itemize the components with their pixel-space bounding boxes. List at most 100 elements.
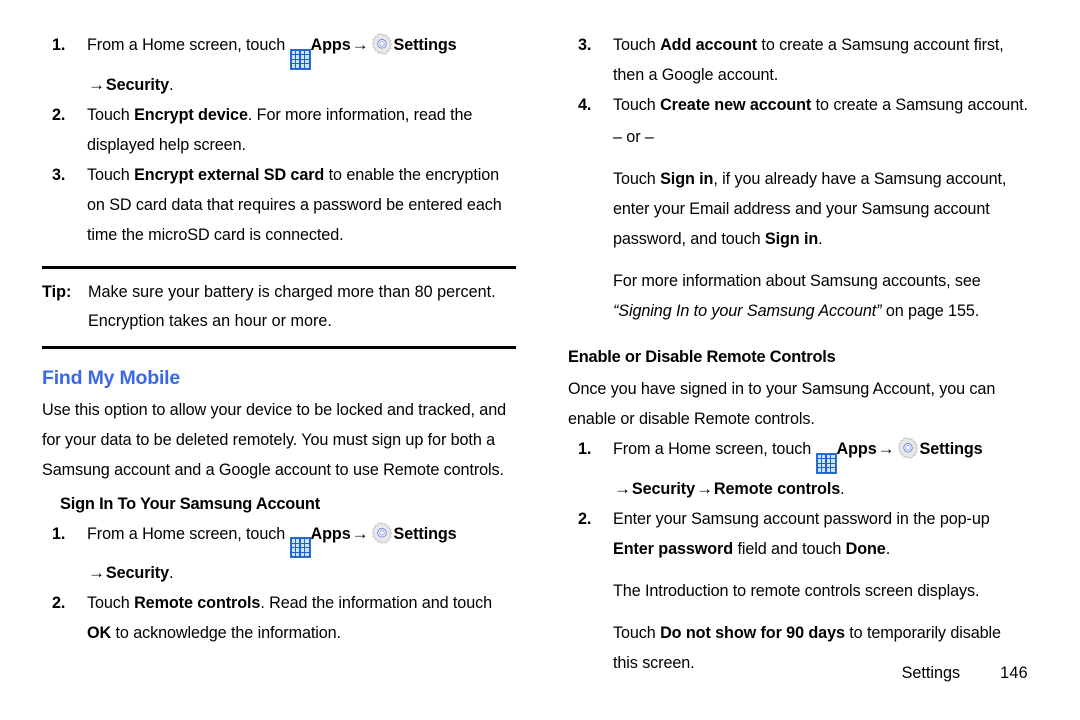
right-column: 3. Touch Add account to create a Samsung…: [540, 0, 1080, 720]
step-text-lead: From a Home screen, touch: [87, 524, 290, 543]
step-bold-term: Encrypt external SD card: [134, 165, 325, 184]
step-text-lead: Touch: [87, 105, 135, 124]
list-item: 2. Touch Remote controls. Read the infor…: [42, 588, 516, 648]
apps-label: Apps: [310, 36, 351, 54]
apps-grid-icon: [289, 48, 311, 70]
para-tail: .: [818, 230, 823, 248]
arrow-icon: →: [877, 439, 895, 458]
gear-icon: [897, 437, 918, 459]
para-lead: Touch: [613, 623, 661, 642]
gear-icon: [371, 33, 392, 55]
step-bold-term: Create new account: [660, 96, 812, 114]
step-number: 2.: [578, 509, 592, 528]
crossref-paragraph: For more information about Samsung accou…: [613, 266, 1028, 326]
apps-label: Apps: [310, 524, 351, 543]
step-number: 1.: [52, 524, 66, 543]
tip-body: Tip: Make sure your battery is charged m…: [42, 269, 516, 346]
do-not-show-bold-term: Do not show for 90 days: [660, 623, 845, 642]
manual-page: 1. From a Home screen, touch Apps→ Settin…: [0, 0, 1080, 720]
footer-page-number: 146: [1000, 664, 1028, 682]
step-text-mid: . Read the information and touch: [260, 594, 492, 613]
arrow-icon: →: [88, 74, 105, 94]
remote-steps-list: 1. From a Home screen, touch Apps→ Settin…: [568, 434, 1028, 678]
list-item: 1. From a Home screen, touch Apps→ Settin…: [568, 434, 1028, 504]
step-text-lead: Touch: [87, 594, 135, 613]
step-number: 4.: [578, 96, 592, 114]
step-bold-term: Enter password: [613, 539, 734, 558]
list-item: 2. Enter your Samsung account password i…: [568, 504, 1028, 678]
step-text-tail: to acknowledge the information.: [111, 624, 341, 643]
gear-icon: [371, 521, 392, 544]
left-column: 1. From a Home screen, touch Apps→ Settin…: [0, 0, 540, 720]
sign-in-bold-term: Sign in: [660, 170, 714, 188]
result-paragraph: The Introduction to remote controls scre…: [613, 581, 980, 600]
step-text-lead: Touch: [87, 165, 135, 184]
list-item: 4. Touch Create new account to create a …: [568, 90, 1028, 326]
subheading-enable-disable-remote: Enable or Disable Remote Controls: [568, 348, 836, 366]
crossref-title: “Signing In to your Samsung Account”: [613, 302, 882, 320]
tip-callout: Tip: Make sure your battery is charged m…: [42, 265, 516, 349]
list-item: 3. Touch Add account to create a Samsung…: [568, 30, 1028, 90]
crossref-tail: on page 155.: [881, 302, 980, 320]
step-text-lead: From a Home screen, touch: [613, 440, 816, 458]
period: .: [840, 479, 845, 498]
step-bold-term: Remote controls: [134, 594, 261, 613]
step-bold-term: Add account: [660, 36, 758, 54]
list-item: 1. From a Home screen, touch Apps→ Settin…: [42, 519, 516, 589]
tip-label: Tip:: [42, 282, 72, 301]
step-text-lead: Touch: [613, 96, 661, 114]
step-text-tail: .: [885, 539, 891, 558]
step-bold-term-2: Done: [845, 539, 886, 558]
encrypt-steps-list: 1. From a Home screen, touch Apps→ Settin…: [42, 30, 516, 250]
step-bold-term: Encrypt device: [134, 105, 248, 124]
security-label: Security: [631, 479, 695, 498]
two-column-layout: 1. From a Home screen, touch Apps→ Settin…: [0, 0, 1080, 720]
subheading-sign-in-samsung: Sign In To Your Samsung Account: [60, 494, 321, 513]
sign-in-bold-term-2: Sign in: [764, 230, 819, 248]
step-text: From a Home screen, touch Apps→ Settings →…: [87, 521, 457, 583]
apps-grid-icon: [289, 537, 311, 559]
period: .: [169, 75, 174, 94]
signin-alternative-paragraph: Touch Sign in, if you already have a Sam…: [613, 164, 1028, 254]
footer-section-label: Settings: [901, 664, 961, 682]
settings-label: Settings: [919, 440, 983, 458]
step-number: 3.: [52, 165, 66, 184]
arrow-icon: →: [614, 478, 631, 498]
arrow-icon: →: [351, 35, 369, 54]
para-lead: Touch: [613, 170, 661, 188]
tip-text: Make sure your battery is charged more t…: [88, 282, 496, 330]
or-divider: – or –: [613, 128, 654, 146]
settings-label: Settings: [393, 524, 457, 543]
list-item: 1. From a Home screen, touch Apps→ Settin…: [42, 30, 516, 100]
tip-rule-bottom: [42, 345, 516, 349]
page-footer: Settings 146: [902, 662, 1028, 684]
section-heading-find-my-mobile: Find My Mobile: [42, 366, 181, 389]
step-number: 2.: [52, 105, 66, 124]
step-text: Touch Create new account to create a Sam…: [613, 96, 1028, 114]
step-bold-term-2: OK: [87, 624, 112, 643]
account-steps-list: 3. Touch Add account to create a Samsung…: [568, 30, 1028, 326]
remote-controls-label: Remote controls: [713, 479, 841, 498]
signin-steps-list: 1. From a Home screen, touch Apps→ Settin…: [42, 519, 516, 649]
step-number: 3.: [578, 36, 592, 54]
list-item: 2. Touch Encrypt device. For more inform…: [42, 100, 516, 160]
step-text-lead: From a Home screen, touch: [87, 36, 290, 54]
step-text-lead: Enter your Samsung account password in t…: [613, 509, 990, 528]
find-my-mobile-intro: Use this option to allow your device to …: [42, 400, 507, 479]
settings-label: Settings: [393, 36, 457, 54]
step-text-mid: field and touch: [733, 539, 846, 558]
arrow-icon: →: [88, 563, 105, 583]
step-text: Touch Remote controls. Read the informat…: [87, 594, 492, 642]
arrow-icon: →: [696, 478, 713, 498]
step-number: 1.: [578, 440, 592, 458]
step-number: 1.: [52, 36, 66, 54]
remote-controls-intro: Once you have signed in to your Samsung …: [568, 380, 996, 428]
step-text-lead: Touch: [613, 36, 661, 54]
security-label: Security: [105, 75, 169, 94]
period: .: [169, 564, 174, 583]
security-label: Security: [105, 564, 169, 583]
step-number: 2.: [52, 594, 66, 613]
arrow-icon: →: [351, 523, 369, 543]
step-text: Touch Encrypt device. For more informati…: [87, 106, 472, 154]
step-text: Touch Add account to create a Samsung ac…: [613, 36, 1004, 84]
